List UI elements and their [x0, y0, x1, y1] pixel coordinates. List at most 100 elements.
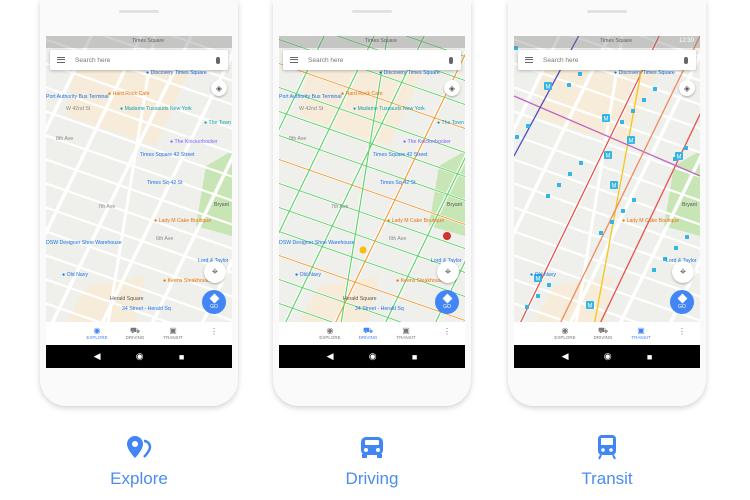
menu-icon[interactable]	[290, 57, 298, 63]
map-place-label[interactable]: W 42nd St	[66, 106, 90, 112]
go-button[interactable]: GO	[435, 290, 459, 314]
bus-stop-icon[interactable]	[610, 220, 614, 224]
map-place-label[interactable]: Times Square 42 Street	[140, 152, 195, 158]
map-place-label[interactable]: ● Hard Rock Cafe	[341, 91, 383, 97]
map-place-label[interactable]: Bryant	[447, 202, 462, 208]
search-bar[interactable]: Search here	[283, 50, 461, 70]
map-place-label[interactable]: ● Lady M Cake Boutique	[622, 218, 679, 224]
mic-icon[interactable]	[449, 56, 453, 64]
map-view[interactable]: Times Square ● Discovery Times Square ● Ha…	[46, 36, 232, 322]
bus-stop-icon[interactable]	[632, 198, 636, 202]
map-place-label[interactable]: DSW Designer Shoe Warehouse	[46, 240, 122, 246]
map-place-label[interactable]: 34 Street - Herald Sq	[122, 306, 171, 312]
map-place-label[interactable]: ● The Town	[437, 120, 464, 126]
map-place-label[interactable]: 7th Ave	[331, 204, 348, 210]
map-place-label[interactable]: 8th Ave	[56, 136, 73, 142]
search-input[interactable]: Search here	[543, 57, 684, 64]
incident-icon[interactable]	[443, 232, 451, 240]
map-place-label[interactable]: ● Madame Tussauds New York	[353, 106, 425, 112]
bus-stop-icon[interactable]	[599, 231, 603, 235]
bus-stop-icon[interactable]	[620, 120, 624, 124]
back-icon[interactable]: ◀	[327, 351, 334, 362]
map-place-label[interactable]: ● Lady M Cake Boutique	[154, 218, 211, 224]
bus-stop-icon[interactable]	[674, 246, 678, 250]
search-input[interactable]: Search here	[308, 57, 449, 64]
map-place-label[interactable]: ● Old Navy	[295, 272, 321, 278]
tab-transit[interactable]: ▣ TRANSIT	[387, 322, 425, 345]
more-icon[interactable]: ⋮	[678, 327, 686, 336]
map-place-label[interactable]: ● Madame Tussauds New York	[120, 106, 192, 112]
my-location-button[interactable]: ⌖	[204, 261, 226, 283]
bus-stop-icon[interactable]	[536, 294, 540, 298]
map-place-label[interactable]: Bryant	[682, 202, 697, 208]
go-button[interactable]: GO	[202, 290, 226, 314]
back-icon[interactable]: ◀	[94, 351, 101, 362]
map-place-label[interactable]: 34 Street - Herald Sq	[355, 306, 404, 312]
map-place-label[interactable]: ● Old Navy	[530, 272, 556, 278]
more-icon[interactable]: ⋮	[210, 327, 218, 336]
bus-stop-icon[interactable]	[621, 209, 625, 213]
tab-driving[interactable]: ⛟ DRIVING	[584, 322, 622, 345]
my-location-button[interactable]: ⌖	[437, 261, 459, 283]
tab-driving[interactable]: ⛟ DRIVING	[349, 322, 387, 345]
map-place-label[interactable]: ● The Knickerbocker	[403, 139, 451, 145]
map-place-label[interactable]: 7th Ave	[98, 204, 115, 210]
tab-explore[interactable]: ◉ EXPLORE	[546, 322, 584, 345]
tab-transit[interactable]: ▣ TRANSIT	[154, 322, 192, 345]
bus-stop-icon[interactable]	[642, 98, 646, 102]
map-place-label[interactable]: 6th Ave	[156, 236, 173, 242]
layers-button[interactable]: ◈	[679, 80, 695, 96]
bus-stop-icon[interactable]	[567, 83, 571, 87]
map-place-label[interactable]: DSW Designer Shoe Warehouse	[279, 240, 355, 246]
mic-icon[interactable]	[684, 56, 688, 64]
map-place-label[interactable]: ● Lady M Cake Boutique	[387, 218, 444, 224]
bus-stop-icon[interactable]	[631, 109, 635, 113]
bus-stop-icon[interactable]	[685, 235, 689, 239]
tab-transit[interactable]: ▣ TRANSIT	[622, 322, 660, 345]
home-icon[interactable]: ◉	[369, 351, 377, 362]
map-place-label[interactable]: Times Sq-42 St	[380, 180, 416, 186]
mic-icon[interactable]	[216, 56, 220, 64]
map-place-label[interactable]: Times Square 42 Street	[373, 152, 428, 158]
map-place-label[interactable]: ● Hard Rock Cafe	[108, 91, 150, 97]
bus-stop-icon[interactable]	[568, 172, 572, 176]
tab-explore[interactable]: ◉ EXPLORE	[78, 322, 116, 345]
recents-icon[interactable]: ■	[647, 352, 652, 362]
map-place-label[interactable]: 8th Ave	[289, 136, 306, 142]
bus-stop-icon[interactable]	[546, 194, 550, 198]
bus-stop-icon[interactable]	[547, 283, 551, 287]
map-place-label[interactable]: ● Keens Steakhouse	[163, 278, 211, 284]
layers-button[interactable]: ◈	[211, 80, 227, 96]
home-icon[interactable]: ◉	[604, 351, 612, 362]
bus-stop-icon[interactable]	[579, 161, 583, 165]
bus-stop-icon[interactable]	[525, 305, 529, 309]
my-location-button[interactable]: ⌖	[672, 261, 694, 283]
map-view[interactable]: M M M M M M M M Times Square ● Discovery Times Sq…	[514, 36, 700, 322]
bus-stop-icon[interactable]	[578, 72, 582, 76]
map-place-label[interactable]: ● The Town	[204, 120, 231, 126]
bus-stop-icon[interactable]	[684, 146, 688, 150]
map-place-label[interactable]: W 42nd St	[299, 106, 323, 112]
home-icon[interactable]: ◉	[136, 351, 144, 362]
menu-icon[interactable]	[525, 57, 533, 63]
recents-icon[interactable]: ■	[179, 352, 184, 362]
map-place-label[interactable]: ● Discovery Times Square	[614, 70, 675, 76]
more-icon[interactable]: ⋮	[443, 327, 451, 336]
map-place-label[interactable]: Bryant	[214, 202, 229, 208]
tab-explore[interactable]: ◉ EXPLORE	[311, 322, 349, 345]
map-place-label[interactable]: 6th Ave	[389, 236, 406, 242]
bus-stop-icon[interactable]	[652, 268, 656, 272]
recents-icon[interactable]: ■	[412, 352, 417, 362]
search-bar[interactable]: Search here	[518, 50, 696, 70]
bus-stop-icon[interactable]	[653, 87, 657, 91]
map-place-label[interactable]: Herald Square	[110, 296, 143, 302]
menu-icon[interactable]	[57, 57, 65, 63]
search-input[interactable]: Search here	[75, 57, 216, 64]
layers-button[interactable]: ◈	[444, 80, 460, 96]
bus-stop-icon[interactable]	[526, 124, 530, 128]
search-bar[interactable]: Search here	[50, 50, 228, 70]
tab-driving[interactable]: ⛟ DRIVING	[116, 322, 154, 345]
incident-icon[interactable]	[359, 246, 367, 254]
back-icon[interactable]: ◀	[562, 351, 569, 362]
map-place-label[interactable]: Times Sq-42 St	[147, 180, 183, 186]
